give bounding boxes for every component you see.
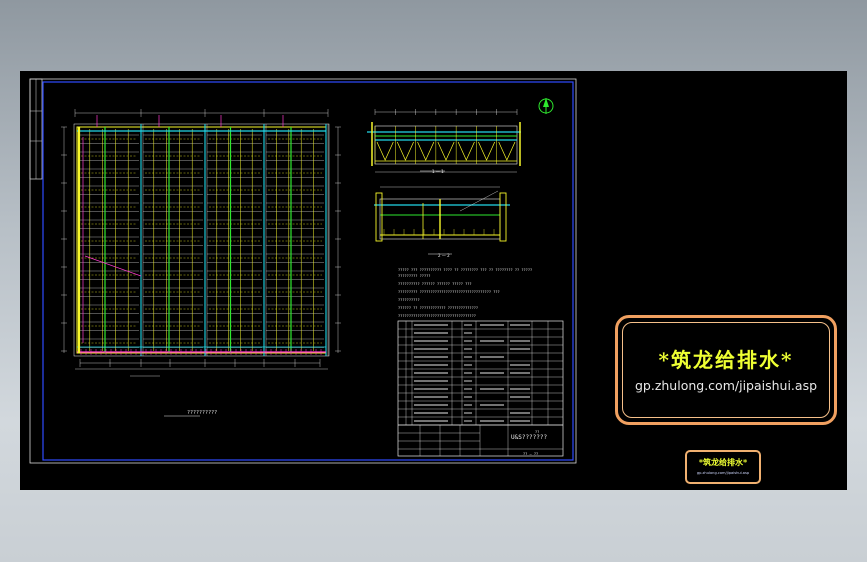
watermark-url: gp.zhulong.com/jipaishui.asp (634, 378, 818, 393)
section-1-hopper (457, 141, 475, 161)
watermark-title: *筑龙给排水* (658, 348, 794, 372)
cad-drawing-canvas[interactable]: ?????????? 1 — 1 2 — 2 ????? ??? ???????… (20, 71, 847, 490)
tank-plan-view (73, 115, 330, 357)
note-line: ????????? ??????????????????????????????… (398, 290, 500, 294)
design-notes: ????? ??? ?????????? ???? ?? ???????? ??… (398, 268, 532, 318)
section-2-wall (499, 192, 507, 242)
note-line: ????????? ????? (398, 274, 430, 278)
cad-drawing: ?????????? 1 — 1 2 — 2 ????? ??? ???????… (29, 78, 577, 464)
section-1-hopper (417, 141, 435, 161)
section-1-hopper (437, 141, 455, 161)
note-line: ????? ??? ?????????? ???? ?? ???????? ??… (398, 268, 532, 272)
section-2-label: 2 — 2 (438, 253, 450, 258)
watermark-large: *筑龙给排水* gp.zhulong.com/jipaishui.asp (615, 315, 837, 425)
section-1-hopper (478, 141, 496, 161)
title-block-label: ?? (535, 430, 539, 434)
section-1-1-view (367, 109, 521, 173)
section-2-2-view (374, 186, 510, 255)
section-1-hopper (396, 141, 414, 161)
note-line: ?????????? ?????? ?????? ????? ??? (398, 282, 472, 286)
watermark-small-url: gp.zhulong.com/jipaishui.asp (696, 471, 750, 475)
plan-diagonal-pipe (84, 255, 142, 277)
section-2-leader (459, 190, 499, 212)
plan-caption: ?????????? (187, 410, 217, 416)
title-block-title: U&S??????? (511, 434, 548, 441)
section-1-hopper (376, 141, 394, 161)
watermark-small: *筑龙给排水* gp.zhulong.com/jipaishui.asp (685, 450, 761, 484)
watermark-small-title: *筑龙给排水* (698, 457, 748, 467)
section-1-hopper (498, 141, 516, 161)
note-line: ?????? ?? ???????????? ?????????????? (398, 306, 478, 310)
note-line: ???????????????????????????????????? (398, 314, 476, 318)
plan-dimension-lines (61, 109, 341, 377)
drawing-number: ?? — ?? (523, 452, 538, 456)
section-1-label: 1 — 1 (432, 169, 444, 174)
section-2-wall (375, 192, 383, 242)
note-line: ?????????? (398, 298, 420, 302)
